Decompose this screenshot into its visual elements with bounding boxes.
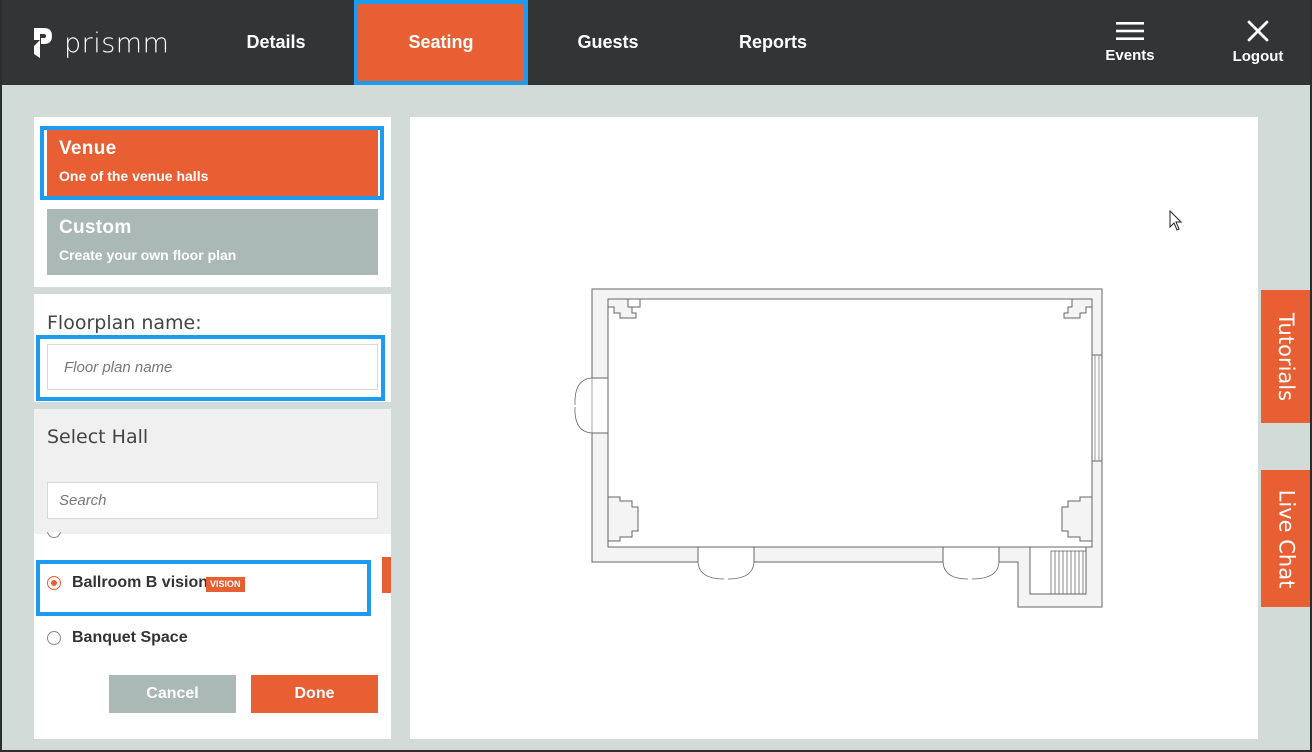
top-nav-bar: prismm Details Seating Guests Reports Ev… (0, 0, 1312, 85)
floorplan-name-label: Floorplan name: (47, 312, 202, 334)
logout-label: Logout (1232, 48, 1284, 65)
tab-guests[interactable]: Guests (528, 0, 688, 85)
live-chat-label: Live Chat (1274, 489, 1299, 588)
vision-badge: VISION (206, 577, 245, 592)
menu-icon (1116, 22, 1144, 40)
hall-radio-ballroom-b[interactable] (47, 576, 61, 590)
floorplan-drawing (574, 209, 1183, 608)
custom-title: Custom (59, 217, 132, 238)
venue-selection-highlight (40, 126, 384, 200)
tab-details[interactable]: Details (194, 0, 358, 85)
events-label: Events (1105, 47, 1155, 64)
done-button[interactable]: Done (251, 675, 378, 713)
cancel-button[interactable]: Cancel (109, 675, 236, 713)
tab-reports[interactable]: Reports (688, 0, 858, 85)
custom-subtitle: Create your own floor plan (59, 247, 237, 263)
select-hall-title: Select Hall (47, 426, 149, 448)
close-icon (1247, 20, 1269, 42)
brand-logo[interactable]: prismm (32, 26, 169, 60)
tab-seating[interactable]: Seating (354, 0, 528, 85)
tutorials-tab[interactable]: Tutorials (1261, 290, 1312, 423)
hall-radio-banquet[interactable] (47, 631, 61, 645)
floorplan-name-input[interactable] (47, 344, 378, 390)
prismm-logo-icon (34, 28, 52, 58)
hall-search-input[interactable] (47, 482, 378, 519)
hall-label-banquet[interactable]: Banquet Space (72, 629, 188, 647)
tutorials-label: Tutorials (1274, 312, 1299, 401)
custom-option-button[interactable]: Custom Create your own floor plan (47, 209, 378, 275)
hall-label-ballroom-b[interactable]: Ballroom B vision (72, 574, 208, 592)
scroll-indicator (382, 557, 391, 593)
select-hall-header: Select Hall (34, 409, 391, 468)
logout-button[interactable]: Logout (1218, 0, 1298, 85)
events-button[interactable]: Events (1090, 0, 1170, 85)
floorplan-canvas[interactable] (410, 117, 1258, 739)
mouse-cursor-icon (1169, 209, 1183, 231)
brand-name: prismm (64, 27, 170, 59)
live-chat-tab[interactable]: Live Chat (1261, 470, 1312, 607)
